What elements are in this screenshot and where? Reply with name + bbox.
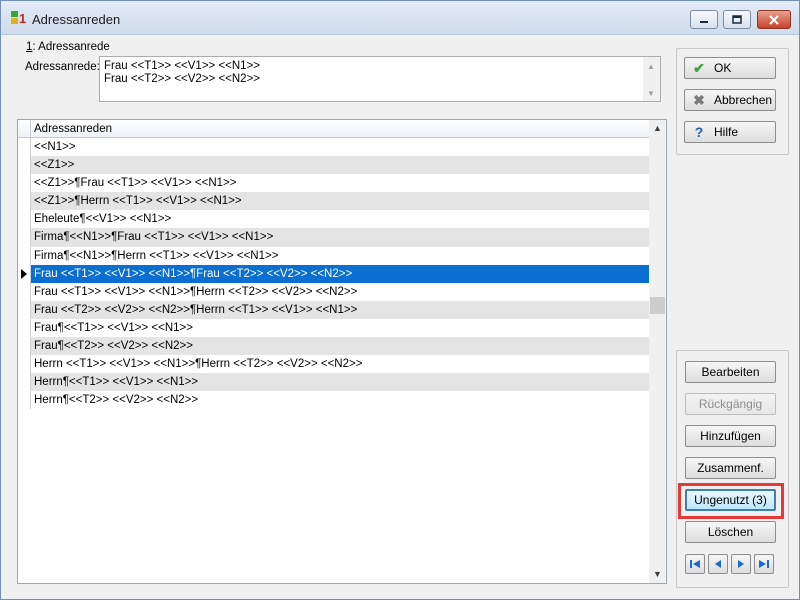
scroll-down-icon[interactable]: ▼	[653, 569, 662, 579]
undo-button[interactable]: Rückgängig	[685, 393, 776, 415]
row-text: Herrn¶<<T2>> <<V2>> <<N2>>	[34, 394, 199, 407]
row-indicator[interactable]	[18, 300, 31, 319]
minimize-button[interactable]	[690, 10, 718, 29]
row-indicator[interactable]	[18, 228, 31, 247]
edit-button[interactable]: Bearbeiten	[685, 361, 776, 383]
row-indicator[interactable]	[18, 373, 31, 392]
minimize-icon	[700, 20, 708, 23]
ok-button[interactable]: ✔ OK	[684, 57, 776, 79]
maximize-button[interactable]	[723, 10, 751, 29]
window-title: Adressanreden	[32, 12, 121, 27]
help-question-icon: ?	[694, 124, 704, 140]
row-text: <<Z1>>	[34, 159, 75, 172]
row-indicator[interactable]	[18, 210, 31, 229]
close-icon	[769, 14, 779, 25]
row-text: Frau <<T1>> <<V1>> <<N1>>¶Frau <<T2>> <<…	[34, 267, 353, 280]
row-text: Frau¶<<T1>> <<V1>> <<N1>>	[34, 321, 193, 334]
svg-text:1: 1	[19, 11, 26, 26]
table-row[interactable]: <<Z1>>¶Herrn <<T1>> <<V1>> <<N1>>	[18, 192, 649, 211]
scroll-up-icon[interactable]: ▲	[647, 60, 655, 73]
salutation-line-2: Frau <<T2>> <<V2>> <<N2>>	[104, 73, 261, 85]
first-record-icon	[690, 560, 700, 568]
cancel-x-icon: ✖	[693, 92, 705, 108]
last-record-button[interactable]	[754, 554, 774, 574]
cancel-label: Abbrechen	[714, 93, 773, 107]
app-logo-icon: 1	[11, 11, 26, 26]
salutations-grid[interactable]: Adressanreden <<N1>> <<Z1>> <<Z1>>¶Frau <<…	[17, 119, 667, 584]
row-text: Herrn¶<<T1>> <<V1>> <<N1>>	[34, 376, 199, 389]
row-indicator[interactable]	[18, 138, 31, 157]
salutation-line-1: Frau <<T1>> <<V1>> <<N1>>	[104, 60, 261, 72]
textarea-scrollbar[interactable]: ▲ ▼	[643, 57, 660, 101]
scroll-up-icon[interactable]: ▲	[653, 123, 662, 133]
merge-button[interactable]: Zusammenf.	[685, 457, 776, 479]
dialog-window: 1 Adressanreden 1: Adressanrede Adressan…	[0, 0, 800, 600]
row-indicator[interactable]	[18, 337, 31, 356]
salutation-textarea[interactable]: Frau <<T1>> <<V1>> <<N1>> Frau <<T2>> <<…	[99, 56, 661, 102]
row-indicator[interactable]	[18, 318, 31, 338]
table-row[interactable]: Eheleute¶<<V1>> <<N1>>	[18, 210, 649, 229]
row-text: Herrn <<T1>> <<V1>> <<N1>>¶Herrn <<T2>> …	[34, 358, 363, 371]
row-indicator[interactable]	[18, 156, 31, 175]
add-button[interactable]: Hinzufügen	[685, 425, 776, 447]
scroll-down-icon[interactable]: ▼	[647, 87, 655, 100]
row-text: <<Z1>>¶Frau <<T1>> <<V1>> <<N1>>	[34, 177, 237, 190]
last-record-icon	[759, 560, 769, 568]
previous-record-icon	[715, 560, 721, 568]
current-row-arrow-icon	[21, 268, 27, 279]
row-indicator[interactable]	[18, 391, 31, 410]
grid-rows: <<N1>> <<Z1>> <<Z1>>¶Frau <<T1>> <<V1>> <<…	[18, 138, 649, 410]
table-row[interactable]: <<Z1>>¶Frau <<T1>> <<V1>> <<N1>>	[18, 174, 649, 193]
row-indicator[interactable]	[18, 192, 31, 211]
row-indicator[interactable]	[18, 246, 31, 265]
row-indicator[interactable]	[18, 174, 31, 193]
help-label: Hilfe	[714, 125, 739, 139]
row-text: Eheleute¶<<V1>> <<N1>>	[34, 213, 172, 226]
group-label: 1: Adressanrede	[24, 41, 112, 53]
table-row[interactable]: <<N1>>	[18, 138, 649, 157]
delete-button[interactable]: Löschen	[685, 521, 776, 543]
row-indicator-header	[18, 120, 31, 138]
grid-scrollbar[interactable]: ▲ ▼	[649, 120, 666, 583]
row-text: Firma¶<<N1>>¶Frau <<T1>> <<V1>> <<N1>>	[34, 231, 274, 244]
row-text: <<Z1>>¶Herrn <<T1>> <<V1>> <<N1>>	[34, 195, 242, 208]
table-row[interactable]: Firma¶<<N1>>¶Frau <<T1>> <<V1>> <<N1>>	[18, 228, 649, 247]
close-button[interactable]	[757, 10, 791, 29]
highlight-frame	[678, 483, 784, 519]
first-record-button[interactable]	[685, 554, 705, 574]
previous-record-button[interactable]	[708, 554, 728, 574]
table-row[interactable]: Frau <<T1>> <<V1>> <<N1>>¶Herrn <<T2>> <…	[18, 282, 649, 301]
ok-label: OK	[714, 61, 732, 75]
table-row[interactable]: Firma¶<<N1>>¶Herrn <<T1>> <<V1>> <<N1>>	[18, 246, 649, 265]
cancel-button[interactable]: ✖ Abbrechen	[684, 89, 776, 111]
salutation-field-label: Adressanrede:	[25, 61, 100, 73]
table-row[interactable]: Herrn¶<<T1>> <<V1>> <<N1>>	[18, 373, 649, 392]
row-text: Frau <<T2>> <<V2>> <<N2>>¶Herrn <<T1>> <…	[34, 303, 358, 316]
checkmark-icon: ✔	[693, 60, 705, 76]
row-indicator[interactable]	[18, 282, 31, 301]
help-button[interactable]: ? Hilfe	[684, 121, 776, 143]
table-row[interactable]: Frau <<T1>> <<V1>> <<N1>>¶Frau <<T2>> <<…	[18, 264, 649, 283]
table-row[interactable]: Herrn¶<<T2>> <<V2>> <<N2>>	[18, 391, 649, 410]
row-text: Frau¶<<T2>> <<V2>> <<N2>>	[34, 340, 193, 353]
next-record-button[interactable]	[731, 554, 751, 574]
grid-header: Adressanreden	[18, 120, 649, 138]
table-row[interactable]: Frau <<T2>> <<V2>> <<N2>>¶Herrn <<T1>> <…	[18, 300, 649, 319]
table-row[interactable]: Frau¶<<T2>> <<V2>> <<N2>>	[18, 337, 649, 356]
row-text: Firma¶<<N1>>¶Herrn <<T1>> <<V1>> <<N1>>	[34, 249, 279, 262]
table-row[interactable]: Frau¶<<T1>> <<V1>> <<N1>>	[18, 318, 649, 338]
title-bar[interactable]: 1 Adressanreden	[1, 1, 799, 35]
scrollbar-thumb[interactable]	[650, 297, 665, 314]
column-header-salutations[interactable]: Adressanreden	[34, 123, 112, 135]
maximize-icon	[732, 15, 742, 24]
row-text: <<N1>>	[34, 141, 76, 153]
table-row[interactable]: Herrn <<T1>> <<V1>> <<N1>>¶Herrn <<T2>> …	[18, 355, 649, 374]
table-row[interactable]: <<Z1>>	[18, 156, 649, 175]
row-indicator[interactable]	[18, 264, 31, 283]
row-indicator[interactable]	[18, 355, 31, 374]
next-record-icon	[738, 560, 744, 568]
row-text: Frau <<T1>> <<V1>> <<N1>>¶Herrn <<T2>> <…	[34, 285, 358, 298]
